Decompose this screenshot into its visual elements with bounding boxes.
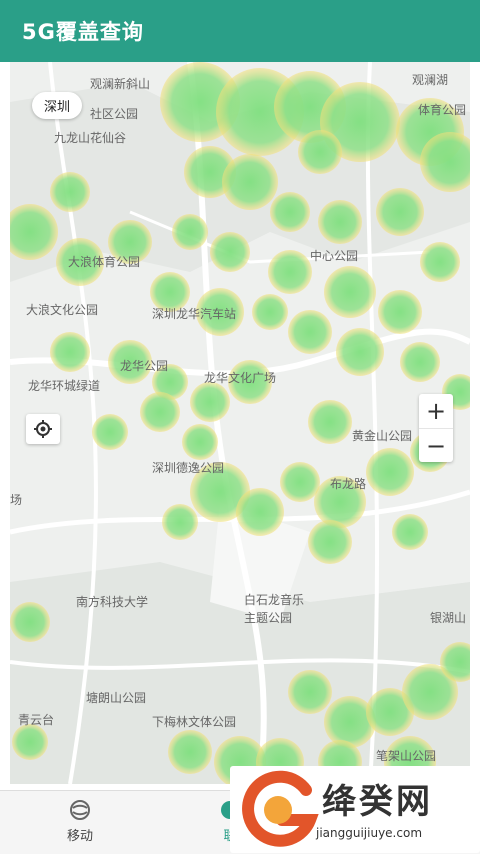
coverage-blob	[324, 266, 376, 318]
map-label: 下梅林文体公园	[152, 714, 236, 729]
coverage-blob	[10, 602, 50, 642]
coverage-blob	[172, 214, 208, 250]
zoom-out-button[interactable]: −	[419, 428, 453, 463]
map-label: 观澜湖	[412, 72, 448, 87]
coverage-blob	[288, 310, 332, 354]
map-label: 中心公园	[310, 248, 358, 263]
map-label: 深圳龙华汽车站	[152, 306, 236, 321]
coverage-blob	[400, 342, 440, 382]
map-label: 笔架山公园	[376, 748, 436, 763]
map-label: 黄金山公园	[352, 428, 412, 443]
map-label: 主题公园	[244, 611, 292, 625]
coverage-blob	[50, 332, 90, 372]
coverage-blob	[162, 504, 198, 540]
coverage-blob	[280, 462, 320, 502]
coverage-blob	[190, 382, 230, 422]
tab-mobile-label: 移动	[66, 829, 93, 844]
coverage-blob	[12, 724, 48, 760]
coverage-blob	[318, 200, 362, 244]
city-chip-label: 深圳	[44, 100, 71, 115]
map-label: 九龙山花仙谷	[54, 130, 126, 145]
map-label: 大浪体育公园	[68, 254, 140, 269]
coverage-blob	[168, 730, 212, 774]
app-bar: 5G覆盖查询	[0, 0, 480, 62]
coverage-blob	[376, 188, 424, 236]
zoom-in-button[interactable]: +	[419, 394, 453, 428]
watermark-brand: 绛癸网	[322, 782, 433, 822]
coverage-blob	[140, 392, 180, 432]
map-label: 龙华文化广场	[204, 370, 276, 385]
coverage-blob	[268, 250, 312, 294]
coverage-blob	[392, 514, 428, 550]
city-selector[interactable]: 深圳	[32, 92, 83, 119]
coverage-blob	[298, 130, 342, 174]
coverage-blob	[270, 192, 310, 232]
coverage-blob	[150, 272, 190, 312]
coverage-blob	[366, 448, 414, 496]
watermark: 绛癸网 jiangguijiuye.com	[230, 766, 480, 853]
map-label: 深圳德逸公园	[152, 460, 224, 475]
coverage-blob	[50, 172, 90, 212]
app-title: 5G覆盖查询	[22, 20, 144, 44]
map-canvas[interactable]: 观澜新斜山社区公园九龙山花仙谷观澜湖体育公园大浪体育公园 中心公园大浪文化公园 深圳…	[10, 62, 470, 784]
map-label: 塘朗山公园	[86, 690, 146, 705]
watermark-logo	[242, 770, 319, 847]
map-label: 体育公园	[418, 102, 466, 117]
map-label: 南方科技大学	[76, 594, 148, 609]
target-icon	[34, 420, 52, 438]
coverage-blob	[336, 328, 384, 376]
zoom-control: + −	[419, 394, 453, 462]
coverage-blob	[92, 414, 128, 450]
watermark-url: jiangguijiuye.com	[316, 826, 423, 840]
coverage-blob	[236, 488, 284, 536]
map-label: 大浪文化公园	[26, 302, 98, 317]
map-label: 龙华环城绿道	[28, 378, 100, 393]
map-label: 龙华公园	[120, 359, 168, 373]
map-label: 观澜新斜山	[90, 76, 150, 91]
coverage-blob	[308, 520, 352, 564]
coverage-blob	[222, 154, 278, 210]
coverage-blob	[252, 294, 288, 330]
coverage-blob	[308, 400, 352, 444]
map-label: 青云台	[18, 712, 54, 727]
coverage-blob	[378, 290, 422, 334]
coverage-map[interactable]: 观澜新斜山 社区公园 九龙山花仙谷 观澜湖 体育公园 大浪体育公园 中心公园 大浪文化公园 深圳…	[10, 62, 470, 784]
china-mobile-icon	[70, 800, 90, 820]
coverage-blob	[288, 670, 332, 714]
map-label: 布龙路	[330, 476, 366, 491]
coverage-blob	[210, 232, 250, 272]
map-label: 银湖山	[430, 610, 466, 625]
tab-mobile[interactable]: 移动	[50, 799, 110, 844]
coverage-blob	[182, 424, 218, 460]
locate-button[interactable]	[26, 414, 60, 444]
map-label: 白石龙音乐	[244, 592, 304, 607]
coverage-blob	[420, 242, 460, 282]
map-label: 场	[10, 493, 22, 507]
map-label: 社区公园	[90, 106, 138, 121]
